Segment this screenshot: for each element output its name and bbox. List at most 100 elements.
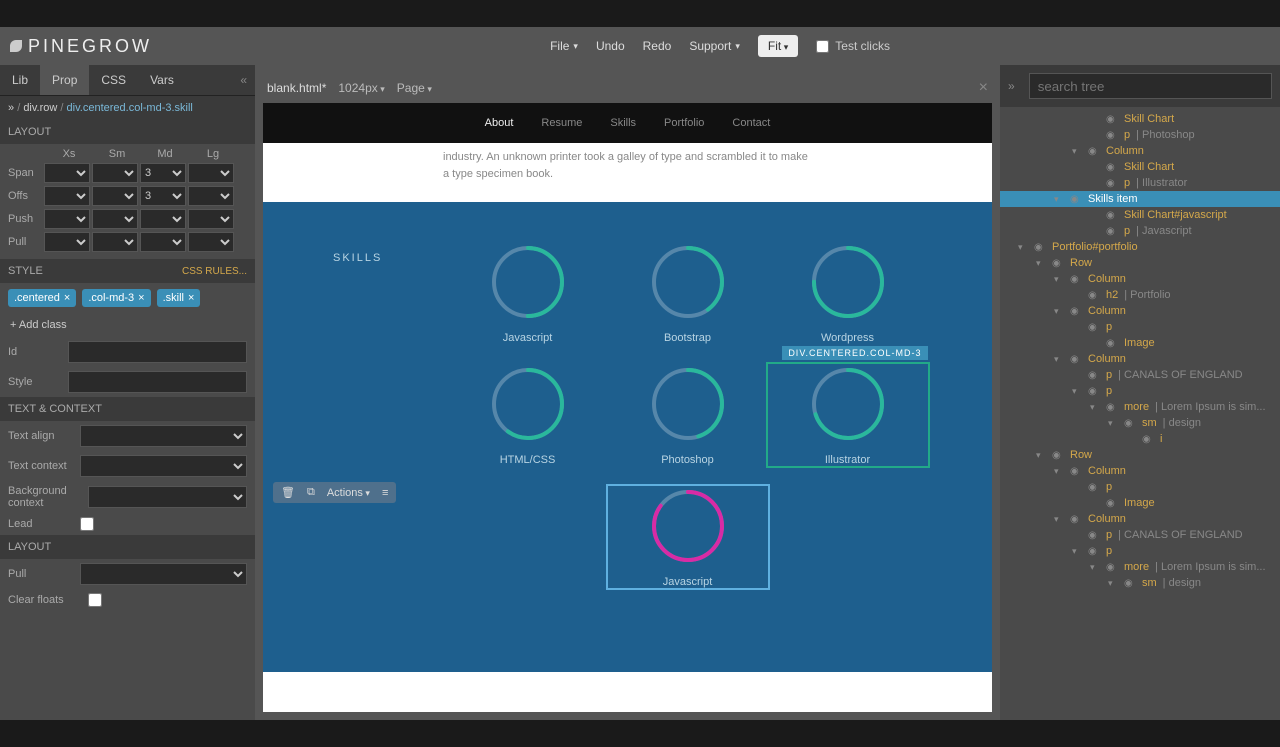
undo-button[interactable]: Undo: [596, 39, 625, 53]
tree-row[interactable]: ◉p | CANALS OF ENGLAND: [1000, 367, 1280, 383]
visibility-icon[interactable]: ◉: [1106, 210, 1118, 221]
visibility-icon[interactable]: ◉: [1070, 466, 1082, 477]
tree-toggle-icon[interactable]: ▾: [1090, 562, 1100, 573]
grid-select[interactable]: [44, 209, 90, 229]
visibility-icon[interactable]: ◉: [1088, 290, 1100, 301]
tree-toggle-icon[interactable]: ▾: [1036, 258, 1046, 269]
breadcrumb-row[interactable]: div.row: [23, 102, 57, 114]
visibility-icon[interactable]: ◉: [1088, 322, 1100, 333]
visibility-icon[interactable]: ◉: [1106, 226, 1118, 237]
nav-link[interactable]: Resume: [541, 117, 582, 129]
tree-toggle-icon[interactable]: ▾: [1054, 274, 1064, 285]
skill-item[interactable]: HTML/CSS: [448, 364, 608, 466]
tree-row[interactable]: ▾◉Column: [1000, 351, 1280, 367]
fit-button[interactable]: Fit: [758, 35, 798, 57]
element-action-bar[interactable]: 🗑 ⧉ Actions ≡: [273, 482, 396, 503]
support-menu[interactable]: Support: [689, 39, 740, 53]
add-class-button[interactable]: + Add class: [0, 313, 255, 337]
tree-row[interactable]: ▾◉Skills item: [1000, 191, 1280, 207]
visibility-icon[interactable]: ◉: [1106, 498, 1118, 509]
css-rules-link[interactable]: CSS RULES...: [182, 266, 247, 277]
visibility-icon[interactable]: ◉: [1070, 194, 1082, 205]
skill-item[interactable]: Javascript: [608, 486, 768, 588]
tree-toggle-icon[interactable]: ▾: [1072, 146, 1082, 157]
tree-row[interactable]: ▾◉p: [1000, 383, 1280, 399]
tree-toggle-icon[interactable]: ▾: [1054, 354, 1064, 365]
tree-row[interactable]: ▾◉Column: [1000, 143, 1280, 159]
menu-icon[interactable]: ≡: [382, 487, 388, 499]
tab-css[interactable]: CSS: [89, 65, 138, 95]
canvas-page-menu[interactable]: Page: [397, 81, 432, 95]
skill-item[interactable]: DIV.CENTERED.COL-MD-3Illustrator: [768, 364, 928, 466]
tree-row[interactable]: ◉p | Illustrator: [1000, 175, 1280, 191]
grid-select[interactable]: [44, 232, 90, 252]
tree-row[interactable]: ▾◉p: [1000, 543, 1280, 559]
visibility-icon[interactable]: ◉: [1142, 434, 1154, 445]
file-menu[interactable]: File: [550, 39, 578, 53]
tree-toggle-icon[interactable]: ▾: [1054, 514, 1064, 525]
class-tag[interactable]: .centered ×: [8, 289, 76, 307]
grid-select[interactable]: [92, 209, 138, 229]
visibility-icon[interactable]: ◉: [1052, 450, 1064, 461]
tree-row[interactable]: ◉Image: [1000, 335, 1280, 351]
visibility-icon[interactable]: ◉: [1052, 258, 1064, 269]
tree-toggle-icon[interactable]: ▾: [1090, 402, 1100, 413]
tree-toggle-icon[interactable]: ▾: [1108, 578, 1118, 589]
collapse-left-icon[interactable]: «: [240, 73, 247, 87]
grid-select[interactable]: [188, 163, 234, 183]
skill-item[interactable]: Wordpress: [768, 242, 928, 344]
nav-link[interactable]: About: [485, 117, 514, 129]
copy-icon[interactable]: ⧉: [307, 486, 315, 499]
tree-row[interactable]: ▾◉Portfolio#portfolio: [1000, 239, 1280, 255]
style-input[interactable]: [68, 371, 247, 393]
tab-vars[interactable]: Vars: [138, 65, 186, 95]
tree-row[interactable]: ▾◉Column: [1000, 303, 1280, 319]
tree-row[interactable]: ◉Image: [1000, 495, 1280, 511]
tree-row[interactable]: ◉i: [1000, 431, 1280, 447]
visibility-icon[interactable]: ◉: [1088, 370, 1100, 381]
visibility-icon[interactable]: ◉: [1106, 178, 1118, 189]
skill-item[interactable]: Bootstrap: [608, 242, 768, 344]
search-tree-input[interactable]: [1029, 73, 1272, 99]
tree-toggle-icon[interactable]: ▾: [1054, 194, 1064, 205]
tree-row[interactable]: ◉p: [1000, 319, 1280, 335]
id-input[interactable]: [68, 341, 247, 363]
tree-row[interactable]: ◉Skill Chart#javascript: [1000, 207, 1280, 223]
close-icon[interactable]: ×: [979, 79, 988, 97]
visibility-icon[interactable]: ◉: [1106, 114, 1118, 125]
tree-toggle-icon[interactable]: ▾: [1072, 546, 1082, 557]
visibility-icon[interactable]: ◉: [1124, 418, 1136, 429]
nav-link[interactable]: Skills: [610, 117, 636, 129]
tree-row[interactable]: ▾◉Row: [1000, 447, 1280, 463]
tree-row[interactable]: ◉p: [1000, 479, 1280, 495]
visibility-icon[interactable]: ◉: [1070, 306, 1082, 317]
tree-row[interactable]: ◉p | Javascript: [1000, 223, 1280, 239]
clear-floats-checkbox[interactable]: [88, 593, 102, 607]
visibility-icon[interactable]: ◉: [1034, 242, 1046, 253]
grid-select[interactable]: [92, 163, 138, 183]
visibility-icon[interactable]: ◉: [1070, 354, 1082, 365]
visibility-icon[interactable]: ◉: [1070, 514, 1082, 525]
grid-select[interactable]: 3: [140, 163, 186, 183]
grid-select[interactable]: [188, 186, 234, 206]
visibility-icon[interactable]: ◉: [1088, 386, 1100, 397]
remove-tag-icon[interactable]: ×: [138, 292, 144, 304]
tree-toggle-icon[interactable]: ▾: [1054, 466, 1064, 477]
visibility-icon[interactable]: ◉: [1106, 338, 1118, 349]
nav-link[interactable]: Contact: [732, 117, 770, 129]
text-context-select[interactable]: [80, 455, 247, 477]
tree-row[interactable]: ▾◉Column: [1000, 271, 1280, 287]
tree-row[interactable]: ◉p | Photoshop: [1000, 127, 1280, 143]
tree-row[interactable]: ◉Skill Chart: [1000, 159, 1280, 175]
grid-select[interactable]: [188, 232, 234, 252]
breadcrumb-current[interactable]: div.centered.col-md-3.skill: [67, 102, 193, 114]
visibility-icon[interactable]: ◉: [1106, 562, 1118, 573]
nav-link[interactable]: Portfolio: [664, 117, 704, 129]
text-align-select[interactable]: [80, 425, 247, 447]
tree-row[interactable]: ▾◉sm | design: [1000, 415, 1280, 431]
tree-toggle-icon[interactable]: ▾: [1108, 418, 1118, 429]
visibility-icon[interactable]: ◉: [1088, 146, 1100, 157]
visibility-icon[interactable]: ◉: [1088, 530, 1100, 541]
test-clicks-checkbox[interactable]: [816, 40, 829, 53]
tree-row[interactable]: ▾◉more | Lorem Ipsum is sim...: [1000, 399, 1280, 415]
